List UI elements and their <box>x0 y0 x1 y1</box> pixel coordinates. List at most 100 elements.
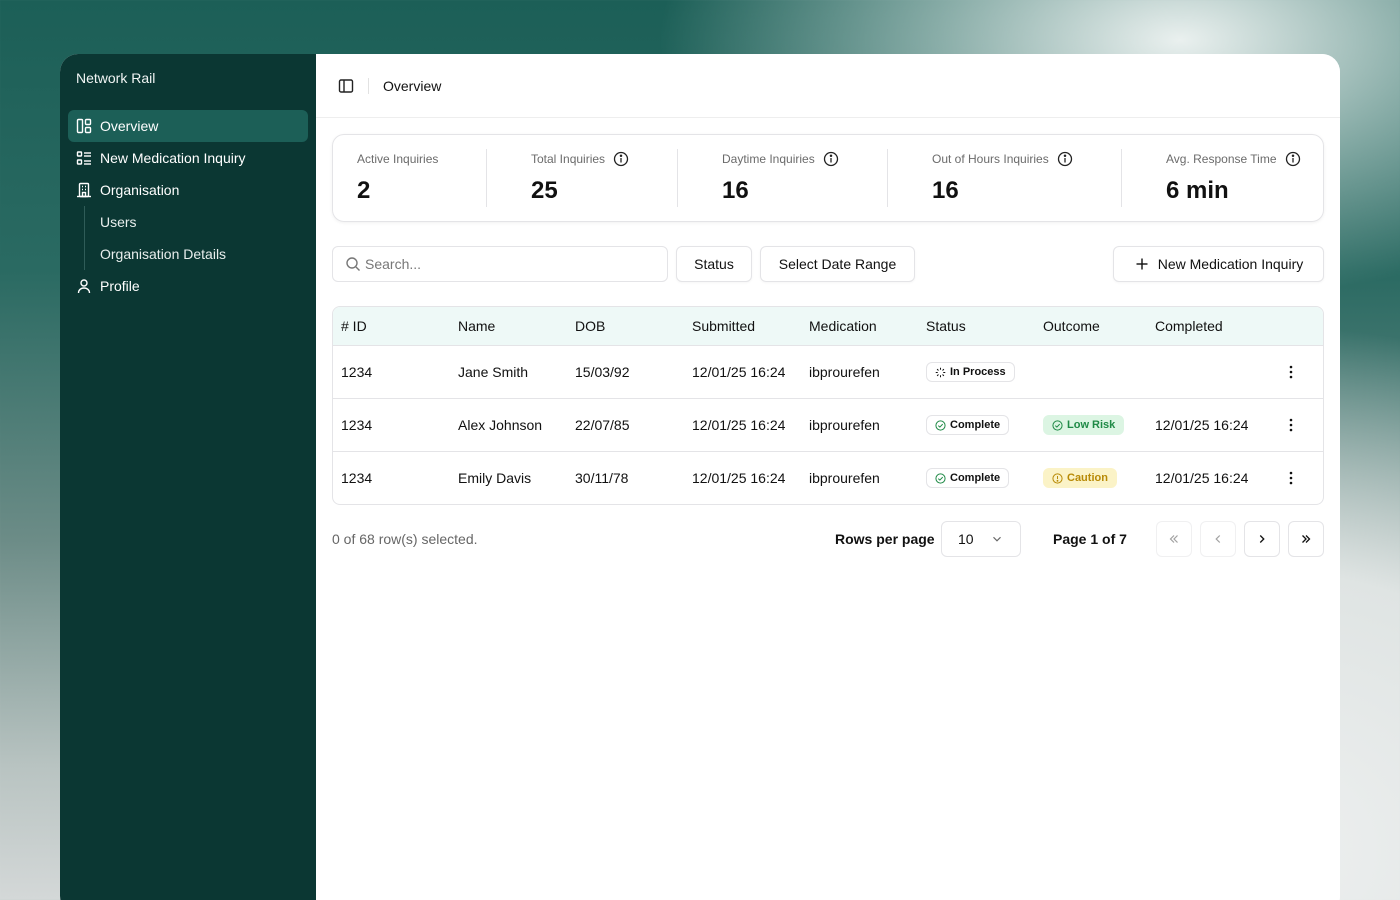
sidebar-item-overview[interactable]: Overview <box>68 110 308 142</box>
column-header-outcome[interactable]: Outcome <box>1043 318 1100 334</box>
sidebar-item-label: Organisation <box>100 182 180 198</box>
dashboard-icon <box>76 118 92 134</box>
status-badge: In Process <box>926 362 1015 382</box>
sidebar-item-profile[interactable]: Profile <box>68 270 308 302</box>
column-header-completed[interactable]: Completed <box>1155 318 1223 334</box>
sidebar-toggle-icon[interactable] <box>338 78 354 94</box>
info-icon[interactable] <box>1285 151 1301 167</box>
top-bar: Overview <box>316 54 1340 118</box>
user-icon <box>76 278 92 294</box>
cell-completed: 12/01/25 16:24 <box>1155 470 1249 486</box>
next-page-button[interactable] <box>1244 521 1280 557</box>
sidebar-item-label: Profile <box>100 278 140 294</box>
cell-status: Complete <box>926 452 1010 504</box>
breadcrumb: Overview <box>383 77 442 94</box>
search-icon <box>345 256 361 272</box>
cell-dob: 30/11/78 <box>575 470 629 486</box>
cell-id: 1234 <box>341 417 373 433</box>
column-header-submitted[interactable]: Submitted <box>692 318 755 334</box>
column-header-dob[interactable]: DOB <box>575 318 605 334</box>
sidebar: Network Rail Overview New Medication Inq… <box>60 54 316 900</box>
stat-label: Avg. Response Time <box>1166 152 1277 166</box>
stat-label: Total Inquiries <box>531 152 606 166</box>
stat-out-of-hours-inquiries: Out of Hours Inquiries 16 <box>888 135 1121 221</box>
page-indicator: Page 1 of 7 <box>1053 531 1127 547</box>
cell-submitted: 12/01/25 16:24 <box>692 470 786 486</box>
badge-label: Complete <box>950 472 1001 484</box>
sidebar-item-organisation-details[interactable]: Organisation Details <box>100 238 308 270</box>
badge-label: In Process <box>950 366 1006 378</box>
cell-submitted: 12/01/25 16:24 <box>692 364 786 380</box>
sidebar-item-users[interactable]: Users <box>100 206 308 238</box>
stat-label: Active Inquiries <box>357 152 439 166</box>
stat-daytime-inquiries: Daytime Inquiries 16 <box>678 135 887 221</box>
column-header-medication[interactable]: Medication <box>809 318 877 334</box>
chevrons-left-icon <box>1167 532 1181 546</box>
organisation-subnav: Users Organisation Details <box>84 206 308 270</box>
rows-per-page-label: Rows per page <box>835 531 935 547</box>
stat-avg-response-time: Avg. Response Time 6 min <box>1122 135 1323 221</box>
stat-value: 6 min <box>1166 177 1229 204</box>
check-circle-icon <box>935 419 946 431</box>
selection-count: 0 of 68 row(s) selected. <box>332 531 478 547</box>
info-icon[interactable] <box>1057 151 1073 167</box>
cell-outcome: Low Risk <box>1043 399 1125 451</box>
main-content: Overview Active Inquiries 2 Total Inquir… <box>316 54 1340 900</box>
cell-completed: 12/01/25 16:24 <box>1155 417 1249 433</box>
last-page-button[interactable] <box>1288 521 1324 557</box>
stat-value: 2 <box>357 177 371 204</box>
info-icon[interactable] <box>613 151 629 167</box>
table-row[interactable]: 1234 Jane Smith 15/03/92 12/01/25 16:24 … <box>333 346 1323 399</box>
info-icon[interactable] <box>823 151 839 167</box>
first-page-button[interactable] <box>1156 521 1192 557</box>
list-icon <box>76 150 92 166</box>
status-filter-button[interactable]: Status <box>676 246 752 282</box>
table-toolbar: Status Select Date Range New Medication … <box>332 246 1324 282</box>
cell-name: Jane Smith <box>458 364 529 380</box>
chevrons-right-icon <box>1299 532 1313 546</box>
cell-id: 1234 <box>341 470 373 486</box>
stats-card: Active Inquiries 2 Total Inquiries 25 Da… <box>332 134 1324 222</box>
row-actions-icon[interactable] <box>1283 364 1299 380</box>
sidebar-item-organisation[interactable]: Organisation <box>68 174 308 206</box>
rows-per-page-select[interactable]: 10 <box>941 521 1021 557</box>
cell-medication: ibprourefen <box>809 470 880 486</box>
cell-dob: 15/03/92 <box>575 364 630 380</box>
sidebar-item-label: New Medication Inquiry <box>100 150 246 166</box>
stat-active-inquiries: Active Inquiries 2 <box>333 135 486 221</box>
cell-id: 1234 <box>341 364 373 380</box>
stat-label: Out of Hours Inquiries <box>932 152 1049 166</box>
table-row[interactable]: 1234 Alex Johnson 22/07/85 12/01/25 16:2… <box>333 399 1323 452</box>
table-header: # ID Name DOB Submitted Medication Statu… <box>333 307 1323 346</box>
row-actions-icon[interactable] <box>1283 470 1299 486</box>
sidebar-item-label: Overview <box>100 118 159 134</box>
new-medication-inquiry-button[interactable]: New Medication Inquiry <box>1113 246 1324 282</box>
table-footer: 0 of 68 row(s) selected. Rows per page 1… <box>332 521 1324 557</box>
cell-submitted: 12/01/25 16:24 <box>692 417 786 433</box>
cell-medication: ibprourefen <box>809 364 880 380</box>
sidebar-nav: Overview New Medication Inquiry Organisa… <box>68 110 308 302</box>
cell-status: Complete <box>926 399 1010 451</box>
cell-dob: 22/07/85 <box>575 417 630 433</box>
chevron-right-icon <box>1255 532 1269 546</box>
loader-icon <box>935 367 946 378</box>
column-header-status[interactable]: Status <box>926 318 966 334</box>
rows-per-page-value: 10 <box>958 531 974 547</box>
row-actions-icon[interactable] <box>1283 417 1299 433</box>
previous-page-button[interactable] <box>1200 521 1236 557</box>
badge-label: Complete <box>950 419 1001 431</box>
cell-outcome: Caution <box>1043 452 1117 504</box>
search-input[interactable] <box>365 256 645 272</box>
badge-label: Caution <box>1067 472 1108 484</box>
stat-value: 25 <box>531 177 558 204</box>
sidebar-item-new-medication-inquiry[interactable]: New Medication Inquiry <box>68 142 308 174</box>
search-box <box>332 246 668 282</box>
column-header-name[interactable]: Name <box>458 318 495 334</box>
table-row[interactable]: 1234 Emily Davis 30/11/78 12/01/25 16:24… <box>333 452 1323 504</box>
breadcrumb-divider <box>368 77 369 94</box>
inquiries-table: # ID Name DOB Submitted Medication Statu… <box>332 306 1324 505</box>
column-header-id[interactable]: # ID <box>341 318 367 334</box>
date-range-button[interactable]: Select Date Range <box>760 246 915 282</box>
outcome-badge: Low Risk <box>1043 415 1125 435</box>
cell-name: Emily Davis <box>458 470 532 486</box>
